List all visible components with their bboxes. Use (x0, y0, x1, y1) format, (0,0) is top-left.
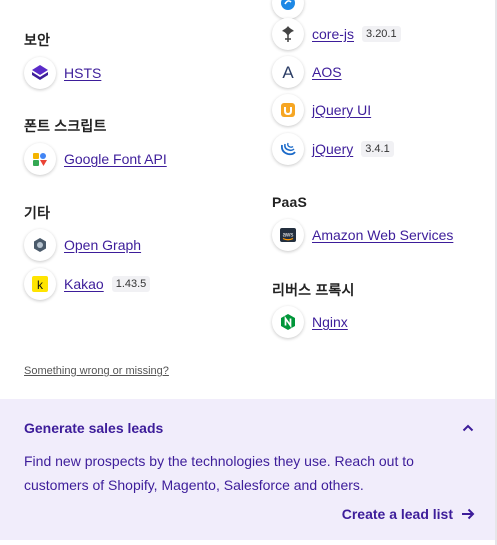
svg-text:k: k (37, 278, 44, 292)
hsts-icon (24, 57, 56, 89)
tech-link-aos[interactable]: AOS (312, 64, 342, 80)
tech-link-google-font-api[interactable]: Google Font API (64, 151, 167, 167)
tech-link-open-graph[interactable]: Open Graph (64, 237, 141, 253)
tech-link-jquery-ui[interactable]: jQuery UI (312, 102, 371, 118)
tech-item-core-js[interactable]: core-js 3.20.1 (272, 17, 401, 51)
create-lead-list-button[interactable]: Create a lead list (342, 506, 475, 522)
tech-item-aos[interactable]: A AOS (272, 55, 342, 89)
tech-link-hsts[interactable]: HSTS (64, 65, 101, 81)
tech-link-aws[interactable]: Amazon Web Services (312, 227, 453, 243)
heading-font-script: 폰트 스크립트 (24, 118, 107, 134)
core-js-icon (272, 18, 304, 50)
nginx-icon (272, 306, 304, 338)
kakao-icon: k (24, 268, 56, 300)
svg-text:A: A (282, 63, 294, 81)
jquery-ui-icon (272, 94, 304, 126)
tech-link-kakao[interactable]: Kakao (64, 276, 104, 292)
aws-icon: aws (272, 219, 304, 251)
tech-item-hsts[interactable]: HSTS (24, 56, 101, 90)
jquery-icon (272, 133, 304, 165)
version-badge-jquery: 3.4.1 (361, 141, 394, 157)
tech-item-aws[interactable]: aws Amazon Web Services (272, 218, 453, 252)
chevron-up-icon[interactable] (459, 419, 477, 437)
tech-link-core-js[interactable]: core-js (312, 26, 354, 42)
heading-reverse-proxy: 리버스 프록시 (272, 282, 355, 298)
something-wrong-link[interactable]: Something wrong or missing? (24, 365, 169, 377)
aos-icon: A (272, 56, 304, 88)
lead-panel-title: Generate sales leads (24, 420, 164, 436)
tech-item-jquery-ui[interactable]: jQuery UI (272, 93, 371, 127)
create-lead-list-label: Create a lead list (341, 506, 453, 522)
heading-other: 기타 (24, 205, 51, 221)
svg-text:aws: aws (283, 233, 294, 239)
tech-link-nginx[interactable]: Nginx (312, 314, 348, 330)
tech-link-jquery[interactable]: jQuery (312, 141, 353, 157)
heading-paas: PaaS (272, 194, 308, 210)
google-font-api-icon (24, 143, 56, 175)
tech-item-jquery[interactable]: jQuery 3.4.1 (272, 132, 394, 166)
arrow-right-icon (462, 508, 475, 520)
open-graph-icon (24, 229, 56, 261)
tech-item-kakao[interactable]: k Kakao 1.43.5 (24, 267, 151, 301)
version-badge-core-js: 3.20.1 (362, 26, 401, 42)
heading-security: 보안 (24, 32, 51, 48)
lead-panel-description: Find new prospects by the technologies t… (24, 453, 414, 493)
tech-item-open-graph[interactable]: Open Graph (24, 228, 141, 262)
version-badge-kakao: 1.43.5 (111, 276, 151, 292)
tech-item-nginx[interactable]: Nginx (272, 305, 348, 339)
lead-generation-panel: Generate sales leads Find new prospects … (0, 399, 495, 540)
tech-item-google-font-api[interactable]: Google Font API (24, 142, 167, 176)
